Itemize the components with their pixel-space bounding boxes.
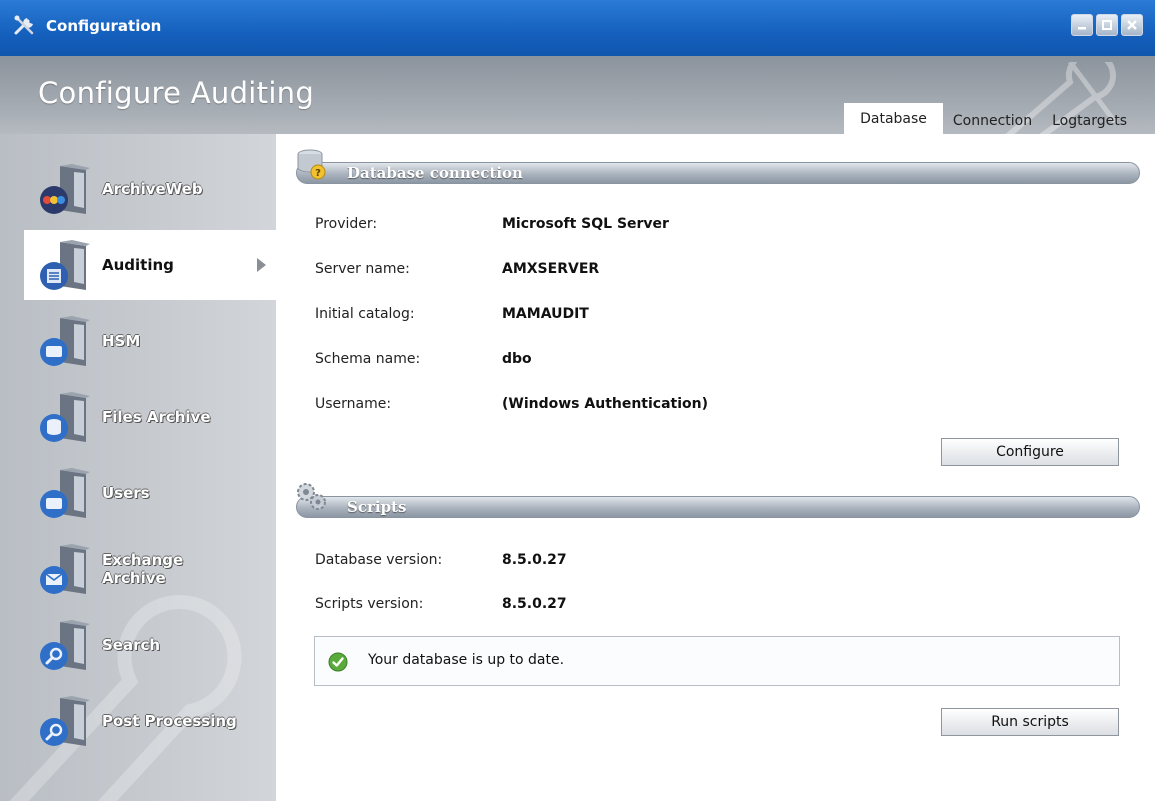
field-label: Server name: xyxy=(315,261,410,277)
window-controls xyxy=(1071,14,1143,36)
svg-text:?: ? xyxy=(315,168,321,179)
sidebar-item-label: Post Processing xyxy=(102,712,237,730)
minimize-icon xyxy=(1078,27,1086,30)
sidebar-item-label: Auditing xyxy=(102,256,174,274)
field-value: MAMAUDIT xyxy=(502,306,589,322)
status-text: Your database is up to date. xyxy=(368,652,565,668)
field-label: Username: xyxy=(315,396,392,412)
sidebar-item-label: ArchiveWeb xyxy=(102,180,203,198)
sidebar-item-hsm[interactable]: HSM xyxy=(24,306,276,376)
sidebar-item-label: Search xyxy=(102,636,161,654)
section-header-database-connection: Database connection xyxy=(296,162,1140,184)
hsm-icon xyxy=(40,316,90,366)
configure-button[interactable]: Configure xyxy=(941,438,1119,466)
section-header-scripts: Scripts xyxy=(296,496,1140,518)
field-value: dbo xyxy=(502,351,532,367)
sidebar-item-label: Users xyxy=(102,484,150,502)
maximize-button[interactable] xyxy=(1096,14,1118,36)
field-value: (Windows Authentication) xyxy=(502,396,709,412)
sidebar-item-files-archive[interactable]: Files Archive xyxy=(24,382,276,452)
users-icon xyxy=(40,468,90,518)
minimize-button[interactable] xyxy=(1071,14,1093,36)
close-icon xyxy=(1127,20,1137,30)
field-value: Microsoft SQL Server xyxy=(502,216,669,232)
sidebar: ArchiveWeb Auditing HSM Files Archive Us… xyxy=(0,134,276,801)
post-processing-icon xyxy=(40,696,90,746)
main-panel: Database connection ? Provider: Microsof… xyxy=(276,134,1155,801)
status-message-box: Your database is up to date. xyxy=(314,636,1120,686)
field-label: Provider: xyxy=(315,216,378,232)
field-label: Initial catalog: xyxy=(315,306,415,322)
sidebar-item-label: Files Archive xyxy=(102,408,211,426)
maximize-icon xyxy=(1102,20,1112,30)
tab-logtargets[interactable]: Logtargets xyxy=(1042,108,1137,134)
database-warning-icon: ? xyxy=(297,149,326,180)
sidebar-item-archiveweb[interactable]: ArchiveWeb xyxy=(24,154,276,224)
close-button[interactable] xyxy=(1121,14,1143,36)
field-value: AMXSERVER xyxy=(502,261,600,277)
tab-connection[interactable]: Connection xyxy=(943,108,1042,134)
sidebar-item-search[interactable]: Search xyxy=(24,610,276,680)
gears-icon xyxy=(297,483,326,510)
tab-database[interactable]: Database xyxy=(844,103,943,134)
field-label: Database version: xyxy=(315,552,443,568)
section-title: Database connection xyxy=(347,164,523,182)
section-title: Scripts xyxy=(347,498,407,516)
field-value: 8.5.0.27 xyxy=(502,552,567,568)
archiveweb-icon xyxy=(40,164,90,214)
field-value: 8.5.0.27 xyxy=(502,596,567,612)
sidebar-item-label: HSM xyxy=(102,332,141,350)
search-icon xyxy=(40,620,90,670)
sidebar-item-exchange-archive[interactable]: Exchange Archive xyxy=(24,534,276,604)
checkmark-icon xyxy=(328,652,348,672)
window-titlebar: Configuration xyxy=(0,0,1155,56)
tab-strip: Database Connection Logtargets xyxy=(844,103,1137,134)
field-label: Schema name: xyxy=(315,351,421,367)
selected-arrow-icon xyxy=(257,258,266,272)
auditing-icon xyxy=(40,240,90,290)
exchange-archive-icon xyxy=(40,544,90,594)
window-title: Configuration xyxy=(46,17,162,35)
tools-icon xyxy=(14,15,34,35)
field-label: Scripts version: xyxy=(315,596,424,612)
page-title: Configure Auditing xyxy=(38,76,315,110)
sidebar-item-label: Exchange Archive xyxy=(102,551,184,587)
sidebar-item-auditing[interactable]: Auditing xyxy=(24,230,276,300)
run-scripts-button[interactable]: Run scripts xyxy=(941,708,1119,736)
files-archive-icon xyxy=(40,392,90,442)
sidebar-item-post-processing[interactable]: Post Processing xyxy=(24,686,276,756)
sidebar-item-users[interactable]: Users xyxy=(24,458,276,528)
